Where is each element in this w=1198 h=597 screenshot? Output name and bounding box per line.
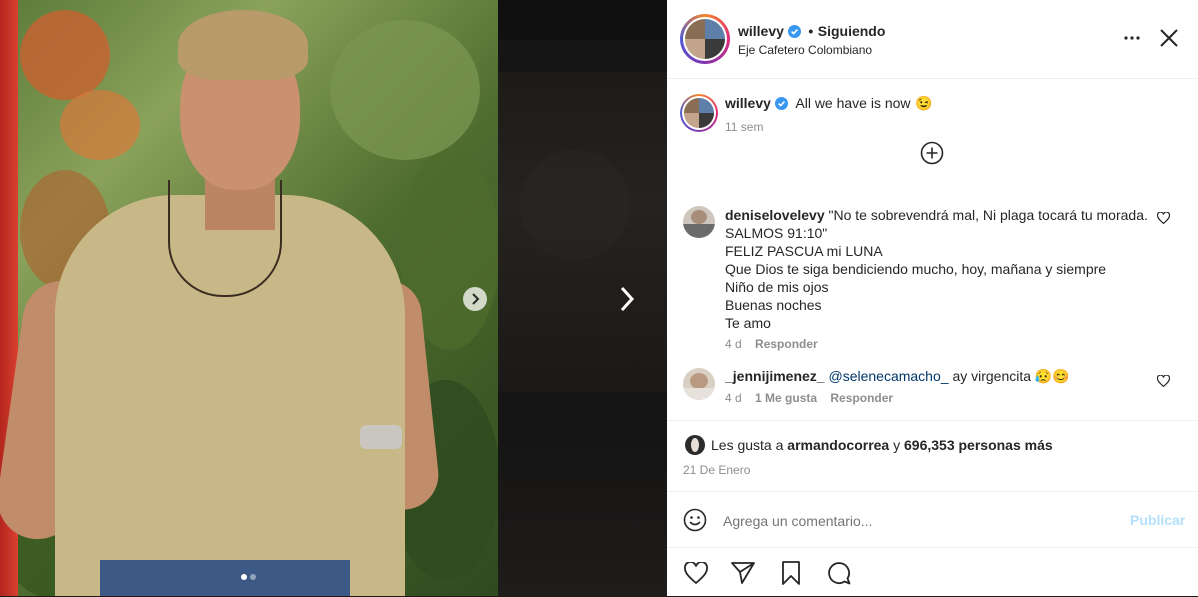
comment-line: "No te sobrevendrá mal, Ni plaga tocará …	[828, 207, 1148, 223]
comment-like-button[interactable]	[1155, 210, 1171, 226]
comment-line: Buenas noches	[725, 297, 822, 313]
paper-plane-icon	[731, 562, 755, 584]
close-button[interactable]	[1157, 26, 1181, 50]
comment-text: ay virgencita	[952, 368, 1032, 384]
caption-text: All we have is now	[795, 95, 911, 111]
caption-author-avatar[interactable]	[680, 94, 718, 132]
carousel-dot-active	[241, 574, 247, 580]
action-bar	[667, 547, 1198, 597]
post-date[interactable]: 21 De Enero	[683, 463, 750, 477]
comment-mention-link[interactable]: @selenecamacho_	[828, 368, 948, 384]
likes-prefix: Les gusta a	[711, 437, 784, 453]
comment-likes-button[interactable]: 1 Me gusta	[755, 391, 817, 405]
comment-avatar[interactable]	[683, 368, 715, 400]
follow-status-button[interactable]: Siguiendo	[818, 23, 886, 39]
verified-badge-icon	[787, 25, 801, 38]
likes-section: Les gusta a armandocorrea y 696,353 pers…	[667, 420, 1198, 491]
bookmark-icon	[782, 561, 800, 585]
chevron-right-icon	[472, 293, 480, 305]
comment-line: Niño de mis ojos	[725, 279, 829, 295]
post-header: willevy • Siguiendo Eje Cafetero Colombi…	[667, 0, 1198, 79]
comment-button[interactable]	[824, 558, 854, 588]
author-avatar[interactable]	[680, 14, 730, 64]
carousel-next-button[interactable]	[463, 287, 487, 311]
caption-timestamp[interactable]: 11 sem	[725, 120, 763, 134]
likes-user-link[interactable]: armandocorrea	[787, 437, 889, 453]
comment-line: FELIZ PASCUA mi LUNA	[725, 243, 883, 259]
heart-outline-icon	[684, 562, 708, 584]
more-options-button[interactable]	[1117, 28, 1147, 48]
carousel-dot	[250, 574, 256, 580]
heart-outline-icon	[1156, 212, 1170, 224]
publish-button[interactable]: Publicar	[1130, 512, 1185, 528]
share-button[interactable]	[728, 558, 758, 588]
post-side-panel: willevy • Siguiendo Eje Cafetero Colombi…	[667, 0, 1198, 596]
comment-timestamp[interactable]: 4 d	[725, 391, 742, 405]
post-location[interactable]: Eje Cafetero Colombiano	[738, 43, 872, 57]
comment-body: deniselovelevy "No te sobrevendrá mal, N…	[725, 206, 1155, 332]
comment-reply-button[interactable]: Responder	[830, 391, 893, 405]
caption-username[interactable]: willevy	[725, 95, 771, 111]
emoji-picker-button[interactable]	[681, 506, 709, 534]
chevron-right-icon	[620, 286, 635, 312]
comment-like-button[interactable]	[1155, 373, 1171, 389]
comment-timestamp[interactable]: 4 d	[725, 337, 742, 351]
comment-emojis: 😥😊	[1034, 368, 1070, 384]
caption-emoji: 😉	[915, 95, 933, 111]
next-post-button[interactable]	[612, 283, 642, 315]
save-button[interactable]	[776, 558, 806, 588]
comment-avatar[interactable]	[683, 206, 715, 238]
header-separator: •	[808, 23, 814, 39]
close-icon	[1160, 29, 1178, 47]
plus-circle-icon	[920, 141, 944, 165]
comment-input[interactable]	[721, 508, 1105, 534]
comment-reply-button[interactable]: Responder	[755, 337, 818, 351]
comment-bubble-icon	[828, 562, 851, 585]
load-more-comments-button[interactable]	[918, 139, 946, 167]
comment-username[interactable]: _jennijimenez_	[725, 368, 825, 384]
heart-outline-icon	[1156, 375, 1170, 387]
add-comment-bar: Publicar	[667, 491, 1198, 548]
likes-count-link[interactable]: 696,353 personas más	[904, 437, 1053, 453]
likes-conjunction: y	[893, 437, 901, 453]
verified-badge-icon	[774, 97, 788, 110]
smiley-icon	[683, 508, 707, 532]
liker-avatar[interactable]	[685, 435, 705, 455]
more-horizontal-icon	[1124, 36, 1140, 40]
comment-line: SALMOS 91:10"	[725, 225, 828, 241]
post-photo[interactable]	[0, 0, 498, 596]
comment-username[interactable]: deniselovelevy	[725, 207, 825, 223]
like-button[interactable]	[681, 558, 711, 588]
comment-line: Te amo	[725, 315, 771, 331]
comment-body: _jennijimenez_ @selenecamacho_ ay virgen…	[725, 367, 1070, 385]
author-username[interactable]: willevy	[738, 23, 784, 39]
comment-line: Que Dios te siga bendiciendo mucho, hoy,…	[725, 261, 1107, 277]
